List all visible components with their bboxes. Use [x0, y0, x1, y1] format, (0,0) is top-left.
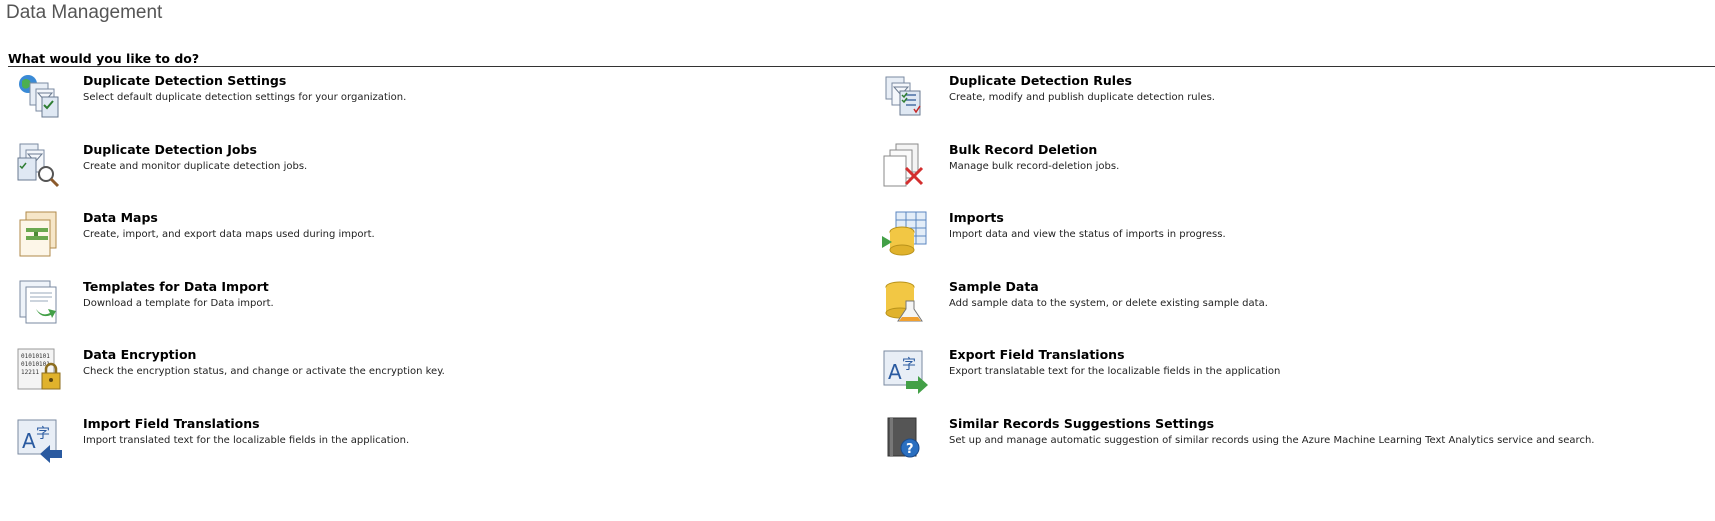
item-description: Import translated text for the localizab…: [83, 435, 410, 446]
item-description: Export translatable text for the localiz…: [949, 366, 1281, 377]
item-title[interactable]: Data Maps: [83, 210, 158, 225]
templates-icon: [16, 279, 64, 327]
duplicate-detection-rules-icon: [882, 73, 930, 121]
data-encryption-icon: 01010101 01010101 12211: [16, 347, 64, 395]
item-description: Import data and view the status of impor…: [949, 229, 1226, 240]
item-duplicate-detection-settings[interactable]: Duplicate Detection Settings Select defa…: [16, 73, 836, 133]
item-title[interactable]: Data Encryption: [83, 347, 196, 362]
similar-records-icon: ?: [882, 416, 930, 464]
item-import-field-translations[interactable]: A 字 Import Field Translations Import tra…: [16, 416, 836, 476]
item-title[interactable]: Import Field Translations: [83, 416, 260, 431]
item-title[interactable]: Export Field Translations: [949, 347, 1125, 362]
item-title[interactable]: Duplicate Detection Settings: [83, 73, 286, 88]
svg-text:字: 字: [902, 357, 916, 373]
item-title[interactable]: Similar Records Suggestions Settings: [949, 416, 1214, 431]
item-description: Create, modify and publish duplicate det…: [949, 92, 1215, 103]
svg-text:?: ?: [906, 442, 914, 457]
item-data-maps[interactable]: Data Maps Create, import, and export dat…: [16, 210, 836, 270]
page-title: Data Management: [6, 2, 163, 23]
export-translations-icon: A 字: [882, 347, 930, 395]
item-description: Set up and manage automatic suggestion o…: [949, 435, 1595, 446]
item-description: Download a template for Data import.: [83, 298, 274, 309]
data-maps-icon: [16, 210, 64, 258]
item-sample-data[interactable]: Sample Data Add sample data to the syste…: [882, 279, 1702, 339]
section-header: What would you like to do?: [8, 48, 1715, 67]
item-similar-records-suggestions-settings[interactable]: ? Similar Records Suggestions Settings S…: [882, 416, 1702, 476]
svg-text:A: A: [22, 429, 36, 453]
section-header-label: What would you like to do?: [8, 51, 200, 66]
duplicate-detection-jobs-icon: [16, 142, 64, 190]
item-description: Check the encryption status, and change …: [83, 366, 445, 377]
imports-icon: [882, 210, 930, 258]
item-templates-for-data-import[interactable]: Templates for Data Import Download a tem…: [16, 279, 836, 339]
item-description: Create and monitor duplicate detection j…: [83, 161, 308, 172]
item-title[interactable]: Duplicate Detection Rules: [949, 73, 1132, 88]
item-description: Manage bulk record-deletion jobs.: [949, 161, 1120, 172]
sample-data-icon: [882, 279, 930, 327]
item-title[interactable]: Sample Data: [949, 279, 1039, 294]
svg-text:A: A: [888, 360, 902, 384]
item-data-encryption[interactable]: 01010101 01010101 12211 Data Encryption …: [16, 347, 836, 407]
svg-text:字: 字: [36, 426, 50, 442]
item-description: Select default duplicate detection setti…: [83, 92, 407, 103]
item-duplicate-detection-jobs[interactable]: Duplicate Detection Jobs Create and moni…: [16, 142, 836, 202]
item-duplicate-detection-rules[interactable]: Duplicate Detection Rules Create, modify…: [882, 73, 1702, 133]
item-imports[interactable]: Imports Import data and view the status …: [882, 210, 1702, 270]
item-description: Create, import, and export data maps use…: [83, 229, 375, 240]
bulk-record-deletion-icon: [882, 142, 930, 190]
item-title[interactable]: Templates for Data Import: [83, 279, 269, 294]
item-title[interactable]: Bulk Record Deletion: [949, 142, 1097, 157]
svg-text:12211: 12211: [21, 369, 39, 376]
item-bulk-record-deletion[interactable]: Bulk Record Deletion Manage bulk record-…: [882, 142, 1702, 202]
item-title[interactable]: Duplicate Detection Jobs: [83, 142, 257, 157]
import-translations-icon: A 字: [16, 416, 64, 464]
item-description: Add sample data to the system, or delete…: [949, 298, 1268, 309]
item-title[interactable]: Imports: [949, 210, 1004, 225]
item-export-field-translations[interactable]: A 字 Export Field Translations Export tra…: [882, 347, 1702, 407]
duplicate-detection-settings-icon: [16, 73, 64, 121]
svg-text:01010101: 01010101: [21, 353, 50, 360]
